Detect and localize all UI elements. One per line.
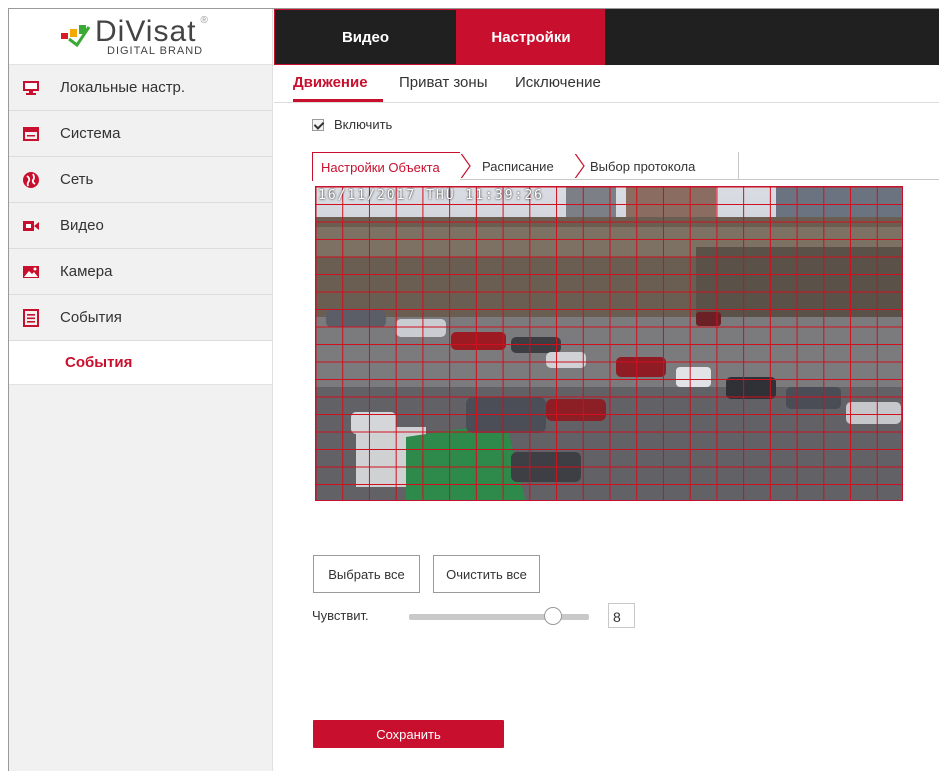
active-tab-underline [293,99,383,102]
sidebar-item-label: События [60,309,122,326]
video-frame-image [316,187,902,500]
select-all-button[interactable]: Выбрать все [313,555,420,593]
clear-all-button[interactable]: Очистить все [433,555,540,593]
sidebar-item-camera[interactable]: Камера [9,249,272,295]
sidebar-item-events[interactable]: События [9,295,272,341]
step-schedule[interactable]: Расписание [482,152,554,180]
enable-row: Включить [312,117,392,132]
sidebar-item-label: Камера [60,263,113,280]
tab-exception[interactable]: Исключение [515,74,601,91]
brand-tagline: DIGITAL BRAND [107,45,204,57]
video-camera-icon [22,217,40,235]
video-osd-timestamp: 16/11/2017 THU 11:39:26 [318,188,545,203]
enable-checkbox[interactable] [312,118,324,131]
events-list-icon [22,308,40,327]
sidebar-item-label: Локальные настр. [60,79,186,96]
sidebar-item-label: Система [60,125,121,142]
sidebar-subitem-events[interactable]: События [9,341,272,385]
sidebar-subitem-label: События [65,354,133,371]
sidebar-item-video[interactable]: Видео [9,203,272,249]
top-tab-settings[interactable]: Настройки [457,9,605,65]
sidebar-item-system[interactable]: Система [9,111,272,157]
motion-area-video[interactable]: 16/11/2017 THU 11:39:26 [315,186,903,501]
monitor-icon [22,79,40,97]
step-object-settings[interactable]: Настройки Объекта [312,152,460,181]
system-window-icon [22,125,40,143]
sidebar-item-local-settings[interactable]: Локальные настр. [9,65,272,111]
sensitivity-value-input[interactable]: 8 [608,603,635,628]
sensitivity-slider-handle[interactable] [544,607,562,625]
globe-icon [22,171,40,189]
tab-privacy-zones[interactable]: Приват зоны [399,74,487,91]
sensitivity-slider[interactable] [409,607,589,625]
sensitivity-label: Чувствит. [312,608,369,623]
brand-name: DiVisat ® [95,15,209,48]
chevron-right-icon [460,154,471,178]
brand-logo: DiVisat ® DIGITAL BRAND [9,9,272,65]
save-button[interactable]: Сохранить [313,720,504,748]
tab-motion[interactable]: Движение [293,74,368,91]
image-icon [22,263,40,281]
logo-mark-icon [61,25,91,47]
sidebar-item-label: Сеть [60,171,94,188]
sidebar: DiVisat ® DIGITAL BRAND Локальные настр. … [9,9,273,771]
sidebar-item-label: Видео [60,217,104,234]
step-protocol[interactable]: Выбор протокола [590,152,695,180]
top-nav-bar: Видео Настройки [274,9,939,65]
enable-label: Включить [334,117,393,132]
step-end-divider [738,152,739,180]
config-steps: Настройки Объекта Расписание Выбор прото… [312,152,939,181]
top-tab-video[interactable]: Видео [274,9,457,65]
motion-subtabs: Движение Приват зоны Исключение [274,65,939,103]
sidebar-item-network[interactable]: Сеть [9,157,272,203]
